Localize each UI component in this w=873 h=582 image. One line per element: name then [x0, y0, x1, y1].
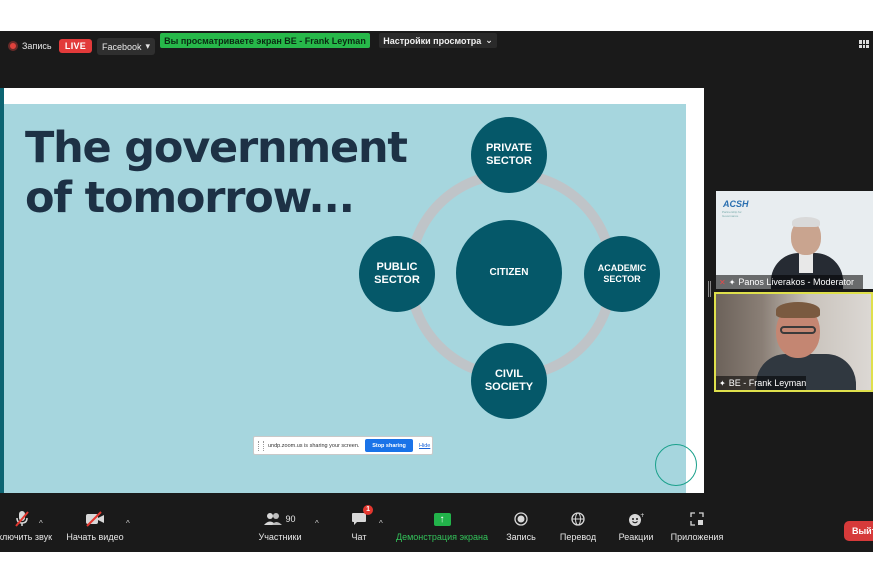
participant-nametag: ✦ BE - Frank Leyman: [716, 376, 806, 390]
unmute-label: Включить звук: [0, 532, 53, 542]
translation-label: Перевод: [559, 532, 597, 542]
participant-tile-moderator[interactable]: ACSH Partnership for Governance ✕ ✦ Pano…: [716, 191, 873, 289]
chat-unread-badge: 1: [363, 505, 373, 515]
acsh-logo: ACSH: [723, 199, 749, 209]
chat-icon: 1: [351, 505, 373, 529]
reactions-button[interactable]: + Реакции: [616, 509, 656, 547]
view-options-label: Настройки просмотра: [383, 35, 482, 46]
participants-label: Участники: [258, 532, 302, 542]
view-options-button[interactable]: Настройки просмотра ⌄: [379, 33, 497, 48]
video-hair: [792, 217, 820, 227]
participant-tile-active-speaker[interactable]: ✦ BE - Frank Leyman: [714, 292, 873, 392]
node-private-line-1: PRIVATE: [485, 141, 533, 154]
video-hair: [776, 302, 820, 318]
record-label: Запись: [506, 532, 536, 542]
video-off-icon: [85, 509, 105, 529]
translation-button[interactable]: Перевод: [558, 509, 598, 547]
zoom-meeting-window: Запись LIVE Facebook ▾ Вы просматриваете…: [0, 31, 873, 552]
live-platform-label: Facebook: [101, 41, 142, 52]
sharing-message: undp.zoom.us is sharing your screen.: [268, 442, 360, 449]
smile-plus-icon: +: [628, 509, 644, 529]
record-icon: [514, 509, 528, 529]
share-screen-label: Демонстрация экрана: [396, 532, 488, 542]
node-civil-society: CIVIL SOCIETY: [471, 343, 547, 419]
stakeholder-diagram: PRIVATE SECTOR PUBLIC SECTOR ACADEMIC SE…: [344, 112, 674, 432]
video-options-caret-icon[interactable]: ^: [126, 519, 130, 528]
recording-label: Запись: [22, 41, 52, 51]
video-shirt: [799, 253, 813, 273]
node-civil-line-2: SOCIETY: [484, 381, 534, 393]
svg-text:+: +: [640, 512, 644, 519]
live-badge: LIVE: [59, 39, 92, 53]
node-academic-sector: ACADEMIC SECTOR: [584, 236, 660, 312]
share-screen-button[interactable]: ↑ Демонстрация экрана: [394, 509, 490, 547]
pin-icon: ✦: [728, 277, 736, 287]
participants-button[interactable]: 90 Участники: [256, 509, 304, 547]
leave-meeting-button[interactable]: Выйти: [844, 521, 873, 541]
mic-muted-icon: [14, 509, 30, 529]
node-public-line-2: SECTOR: [374, 274, 420, 286]
meeting-toolbar: Включить звук ^ Начать видео ^ 90 Участн…: [0, 503, 873, 552]
apps-label: Приложения: [670, 532, 724, 542]
gallery-view-icon[interactable]: [859, 40, 869, 48]
chat-button[interactable]: 1 Чат: [344, 505, 374, 547]
chat-label: Чат: [351, 532, 367, 542]
apps-icon: [690, 509, 704, 529]
participants-caret-icon[interactable]: ^: [315, 519, 319, 528]
panel-resize-handle[interactable]: [708, 281, 711, 297]
acsh-logo-tagline: Partnership for Governance: [722, 210, 742, 218]
node-private-sector: PRIVATE SECTOR: [471, 117, 547, 193]
participant-nametag: ✕ ✦ Panos Liverakos - Moderator: [716, 275, 863, 289]
node-citizen-label: CITIZEN: [489, 267, 529, 278]
node-public-sector: PUBLIC SECTOR: [359, 236, 435, 312]
node-private-line-2: SECTOR: [486, 155, 532, 167]
unmute-button[interactable]: Включить звук: [0, 509, 53, 547]
node-academic-line-2: SECTOR: [603, 274, 641, 284]
start-video-label: Начать видео: [66, 532, 124, 542]
caret-down-icon: ▾: [145, 41, 151, 51]
reactions-label: Реакции: [618, 532, 654, 542]
video-glasses: [780, 326, 816, 334]
recording-indicator[interactable]: Запись: [8, 39, 52, 53]
stop-sharing-button[interactable]: Stop sharing: [365, 439, 413, 452]
node-citizen: CITIZEN: [456, 220, 562, 326]
node-academic-line-1: ACADEMIC: [597, 263, 647, 274]
slide-corner-logo: [655, 444, 697, 486]
apps-button[interactable]: Приложения: [668, 509, 726, 547]
participants-count: 90: [285, 514, 296, 524]
drag-handle-icon[interactable]: [258, 440, 264, 451]
participant-name: Panos Liverakos - Moderator: [738, 277, 854, 287]
globe-icon: [571, 509, 585, 529]
audio-options-caret-icon[interactable]: ^: [39, 519, 43, 528]
pin-icon: ✦: [719, 378, 726, 388]
node-civil-line-1: CIVIL: [494, 367, 524, 380]
chevron-down-icon: ⌄: [485, 35, 493, 45]
start-video-button[interactable]: Начать видео: [64, 509, 126, 547]
screen-sharing-banner: undp.zoom.us is sharing your screen. Sto…: [253, 436, 433, 455]
participant-name: BE - Frank Leyman: [728, 378, 807, 388]
participants-icon: 90: [264, 509, 296, 529]
share-screen-icon: ↑: [433, 509, 451, 529]
live-platform-dropdown[interactable]: Facebook ▾: [97, 38, 155, 55]
record-dot-icon: [8, 41, 18, 51]
chat-caret-icon[interactable]: ^: [379, 519, 383, 528]
record-button[interactable]: Запись: [504, 509, 538, 547]
hide-link[interactable]: Hide: [419, 443, 430, 449]
presentation-slide: The government of tomorrow... PRIVATE SE…: [4, 104, 686, 493]
mic-muted-icon: ✕: [719, 277, 726, 287]
screenshot-canvas: Запись LIVE Facebook ▾ Вы просматриваете…: [0, 0, 873, 582]
viewing-screen-banner: Вы просматриваете экран BE - Frank Leyma…: [160, 33, 370, 48]
node-public-line-1: PUBLIC: [376, 260, 418, 273]
